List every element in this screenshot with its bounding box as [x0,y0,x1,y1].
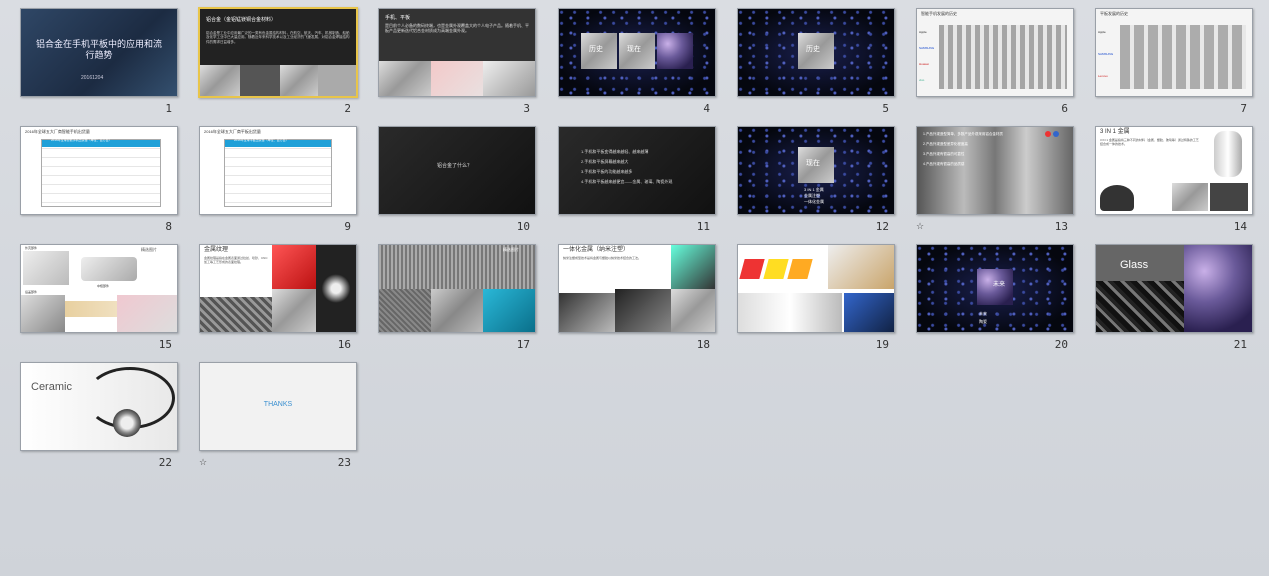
slide-number: 17 [516,338,530,351]
slide-preview[interactable]: 外壳部件 中框部件 精选图片 后盖部件 [20,244,178,333]
slide-number: 21 [1233,338,1247,351]
slide-preview[interactable]: 铝合金在手机平板中的应用和流行趋势 20161204 [20,8,178,97]
slide-thumbnail[interactable]: 铝合金（金铝锰镁铜合金材料） 铝合金是工业中应用最广泛的一类有色金属结构材料，在… [198,7,358,115]
data-table [224,139,332,207]
slide-preview[interactable]: 铝合金了什么？ [378,126,536,215]
slide-number: 20 [1054,338,1068,351]
slide-thumbnail[interactable]: 精选图片 17 [378,244,536,351]
slide-title: 3 IN 1 金属 [1100,129,1130,135]
slide-number: 6 [1061,102,1068,115]
slide-thumbnail[interactable]: 历史 5 [737,8,895,115]
data-table [41,139,161,207]
slide-thumbnail[interactable]: 铝合金了什么？ 10 [378,126,536,233]
slide-thumbnail[interactable]: THANKS ☆ 23 [199,362,357,469]
slide-number: 9 [344,220,351,233]
slide-title: 智能手机发展的历史 [921,11,957,16]
slide-body: 3 IN 1 金属是指将三种不同的材料（金属、塑胶、玻璃等）通过特殊的工艺结合成… [1100,138,1199,146]
slide-preview[interactable]: 现在 3 IN 1 金属 金属注塑 一体化金属 [737,126,895,215]
slide-number: 12 [875,220,889,233]
slide-preview[interactable]: 精选图片 [737,244,895,333]
slide-thumbnail[interactable]: 智能手机发展的历史 Apple SAMSUNG Huawei vivo 6 [916,8,1074,115]
slide-thumbnail[interactable]: Ceramic 22 [20,362,178,469]
slide-text: THANKS [263,401,293,408]
slide-preview[interactable]: 历史 [737,8,895,97]
slide-thumbnail[interactable]: 外壳部件 中框部件 精选图片 后盖部件 15 [20,244,178,351]
slide-preview[interactable]: 1.产品外观造型简单，多数产品外观采用铝合金材质 2.产品外观造型差异化程度高 … [916,126,1074,215]
slide-preview[interactable]: Ceramic [20,362,178,451]
slide-preview[interactable]: 铝合金（金铝锰镁铜合金材料） 铝合金是工业中应用最广泛的一类有色金属结构材料，在… [198,7,358,98]
slide-number: 3 [523,102,530,115]
slide-title: 2016年全球五大厂商智能手机出货量 [25,129,90,134]
slide-thumbnail[interactable]: 2016年全球五大厂商平板出货量 2016年全球平板出货量（单位：百万台） 9 [199,126,357,233]
slide-body: 铝合金是工业中应用最广泛的一类有色金属结构材料，在航空、航天、汽车、机械制造、船… [206,31,350,44]
slide-number: 8 [165,220,172,233]
slide-preview[interactable]: 2016年全球五大厂商平板出货量 2016年全球平板出货量（单位：百万台） [199,126,357,215]
slide-preview[interactable]: 2016年全球五大厂商智能手机出货量 2016年全球智能手机出货量（单位：百万台… [20,126,178,215]
slide-number: 18 [696,338,710,351]
slide-preview[interactable]: 手机、平板 是目前个人必备的数码终端，也是金属外观覆盖大的个人电子产品。随着手机… [378,8,536,97]
slide-title: 手机、平板 [385,15,411,21]
transition-indicator-icon[interactable]: ☆ [199,458,207,468]
slide-preview[interactable]: 历史 现在 [558,8,716,97]
slide-title: 一体化金属（纳米注塑） [563,247,630,253]
slide-number: 16 [337,338,351,351]
slide-text: Ceramic [31,381,72,393]
slide-thumbnail[interactable]: 精选图片 19 [737,244,895,351]
slide-number: 4 [703,102,710,115]
slide-preview[interactable]: THANKS [199,362,357,451]
slide-subtitle: 20161204 [81,75,104,81]
slide-number: 15 [158,338,172,351]
slide-preview[interactable]: 平板发展的历史 Apple SAMSUNG Lenovo [1095,8,1253,97]
slide-title: 铝合金在手机平板中的应用和流行趋势 [35,39,162,61]
slide-number: 23 [337,456,351,469]
slide-preview[interactable]: Glass [1095,244,1253,333]
slide-number: 22 [158,456,172,469]
slide-thumbnail[interactable]: 一体化金属（纳米注塑） 纳米注塑成型技术是将金属与塑胶以纳米技术结合的工法。 1… [558,244,716,351]
slide-title: 2016年全球五大厂商平板出货量 [204,129,261,134]
slide-thumbnail[interactable]: 3 IN 1 金属 3 IN 1 金属是指将三种不同的材料（金属、塑胶、玻璃等）… [1095,126,1253,233]
slide-body: 金属纹理是指在金属表面通过拉丝、喷砂、CNC加工等工艺形成的表面纹理。 [204,256,268,264]
slide-number: 5 [882,102,889,115]
slide-number: 19 [875,338,889,351]
slide-thumbnail[interactable]: 1.手机和平板变得越来越轻、越来越薄 2.手机和平板屏幕越来越大 3.手机和平板… [558,126,716,233]
slide-number: 2 [344,102,351,115]
slide-preview[interactable]: 3 IN 1 金属 3 IN 1 金属是指将三种不同的材料（金属、塑胶、玻璃等）… [1095,126,1253,215]
slide-thumbnail[interactable]: 2016年全球五大厂商智能手机出货量 2016年全球智能手机出货量（单位：百万台… [20,126,178,233]
slide-thumbnail[interactable]: 现在 3 IN 1 金属 金属注塑 一体化金属 12 [737,126,895,233]
slide-number: 7 [1240,102,1247,115]
slide-body: 纳米注塑成型技术是将金属与塑胶以纳米技术结合的工法。 [563,256,642,260]
slide-number: 10 [516,220,530,233]
slide-thumbnail[interactable]: 历史 现在 4 [558,8,716,115]
slide-title: 平板发展的历史 [1100,11,1128,16]
slide-preview[interactable]: 一体化金属（纳米注塑） 纳米注塑成型技术是将金属与塑胶以纳米技术结合的工法。 [558,244,716,333]
slide-thumbnail[interactable]: 未来 未来 陶瓷 20 [916,244,1074,351]
slide-preview[interactable]: 未来 未来 陶瓷 [916,244,1074,333]
slide-preview[interactable]: 智能手机发展的历史 Apple SAMSUNG Huawei vivo [916,8,1074,97]
slide-text: Glass [1120,259,1149,271]
slide-thumbnail[interactable]: Glass 21 [1095,244,1253,351]
slide-body: 是目前个人必备的数码终端，也是金属外观覆盖大的个人电子产品。随着手机、平板产品更… [385,23,529,33]
slide-preview[interactable]: 精选图片 [378,244,536,333]
slide-number: 11 [696,220,710,233]
slide-title: 金属纹理 [204,247,229,253]
slide-thumbnail[interactable]: 铝合金在手机平板中的应用和流行趋势 20161204 1 [20,8,178,115]
slide-sorter-pane: 铝合金在手机平板中的应用和流行趋势 20161204 1 铝合金（金铝锰镁铜合金… [0,0,1269,576]
transition-indicator-icon[interactable]: ☆ [916,222,924,232]
slide-thumbnail[interactable]: 手机、平板 是目前个人必备的数码终端，也是金属外观覆盖大的个人电子产品。随着手机… [378,8,536,115]
slide-thumbnail[interactable]: 金属纹理 金属纹理是指在金属表面通过拉丝、喷砂、CNC加工等工艺形成的表面纹理。… [199,244,357,351]
slide-text: 铝合金了什么？ [437,163,473,169]
slide-thumbnail[interactable]: 1.产品外观造型简单，多数产品外观采用铝合金材质 2.产品外观造型差异化程度高 … [916,126,1074,233]
slide-thumbnail[interactable]: 平板发展的历史 Apple SAMSUNG Lenovo 7 [1095,8,1253,115]
slide-number: 14 [1233,220,1247,233]
slide-preview[interactable]: 金属纹理 金属纹理是指在金属表面通过拉丝、喷砂、CNC加工等工艺形成的表面纹理。 [199,244,357,333]
slide-title: 铝合金（金铝锰镁铜合金材料） [206,17,277,23]
slide-number: 1 [165,102,172,115]
slide-number: 13 [1054,220,1068,233]
slide-preview[interactable]: 1.手机和平板变得越来越轻、越来越薄 2.手机和平板屏幕越来越大 3.手机和平板… [558,126,716,215]
